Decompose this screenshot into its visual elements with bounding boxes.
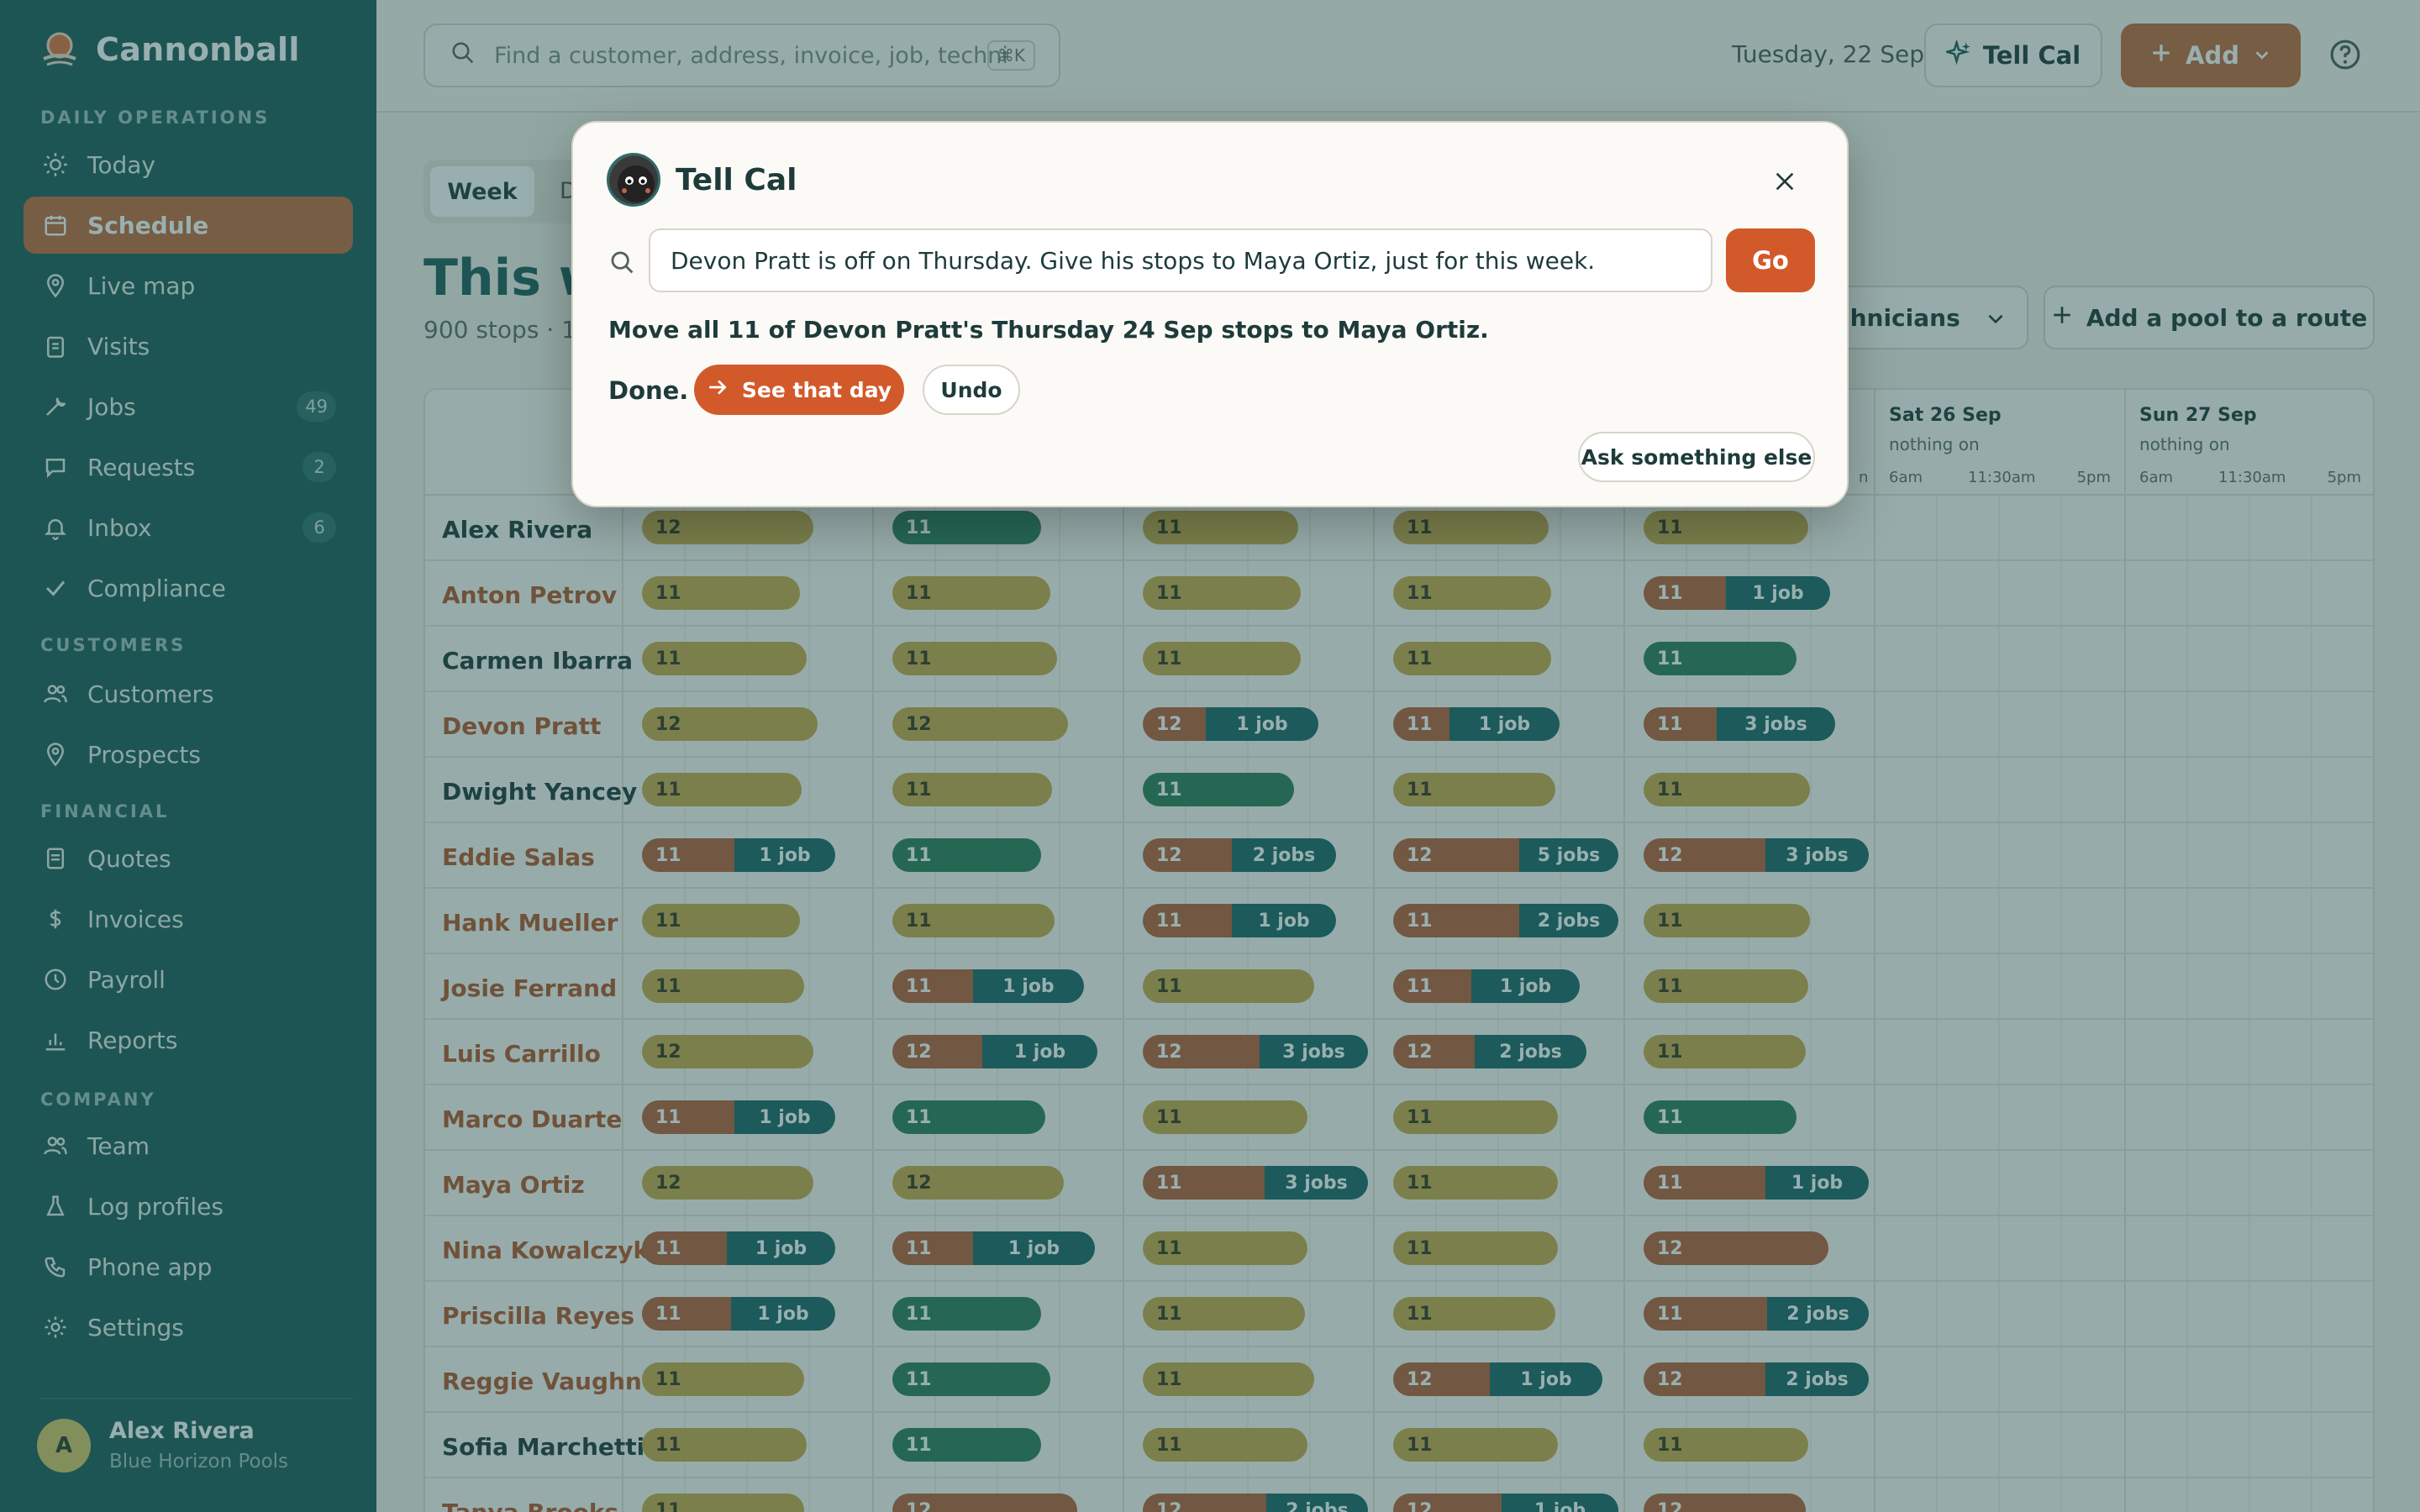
undo-button[interactable]: Undo: [923, 365, 1020, 415]
search-icon: [608, 249, 637, 277]
go-button[interactable]: Go: [1726, 228, 1815, 292]
tell-cal-dialog: Tell Cal Devon Pratt is off on Thursday.…: [571, 121, 1849, 507]
action-summary: Move all 11 of Devon Pratt's Thursday 24…: [608, 316, 1489, 344]
app-root: Cannonball DAILY OPERATIONS CUSTOMERS FI…: [0, 0, 2420, 1512]
see-that-day-label: See that day: [741, 377, 892, 402]
see-that-day-button[interactable]: See that day: [694, 365, 904, 415]
ask-something-else-button[interactable]: Ask something else: [1578, 432, 1815, 482]
cal-avatar: [607, 153, 660, 207]
close-icon[interactable]: [1771, 168, 1798, 195]
done-label: Done.: [608, 376, 689, 405]
arrow-right-icon: [707, 376, 729, 403]
dialog-title: Tell Cal: [676, 163, 797, 197]
tell-cal-input[interactable]: Devon Pratt is off on Thursday. Give his…: [649, 228, 1712, 292]
